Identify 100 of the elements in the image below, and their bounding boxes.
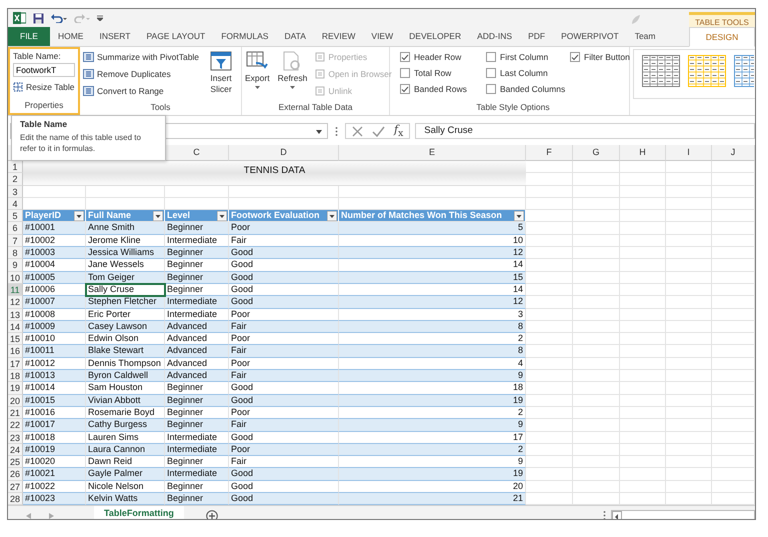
row-header[interactable]: 18 — [8, 370, 23, 382]
table-style-thumbnail[interactable] — [734, 55, 754, 87]
enter-icon[interactable] — [372, 126, 385, 136]
row-header[interactable]: 16 — [8, 345, 23, 358]
row-header[interactable]: 3 — [8, 186, 23, 198]
row-header[interactable]: 21 — [8, 406, 23, 420]
insert-slicer-button[interactable]: Insert Slicer — [207, 49, 236, 98]
row-header[interactable]: 28 — [8, 493, 23, 506]
ribbon-tab[interactable]: DESIGN — [689, 27, 755, 47]
row-header[interactable]: 2 — [8, 173, 23, 186]
row-header[interactable]: 8 — [8, 247, 23, 260]
empty-cell — [573, 259, 620, 272]
style-option-checkbox[interactable]: Banded Rows — [400, 81, 486, 97]
column-header[interactable]: C — [165, 145, 229, 161]
tool-button[interactable]: Convert to Range — [83, 83, 200, 98]
formula-field[interactable]: Sally Cruse — [415, 123, 755, 139]
ribbon-tab[interactable]: PAGE LAYOUT — [138, 27, 214, 46]
insert-function-button[interactable]: f$_{x}$ — [394, 122, 404, 140]
row-header[interactable]: 25 — [8, 456, 23, 468]
empty-cell — [573, 222, 620, 235]
table-style-thumbnail[interactable] — [642, 55, 680, 87]
row-header[interactable]: 4 — [8, 198, 23, 210]
resize-table-button[interactable]: Resize Table — [13, 79, 75, 94]
row-header[interactable]: 23 — [8, 432, 23, 444]
empty-cell — [526, 234, 573, 248]
row-header[interactable]: 10 — [8, 272, 23, 284]
ribbon-tab[interactable]: POWERPIVOT — [553, 27, 627, 46]
ribbon-tab[interactable]: DATA — [276, 27, 314, 46]
row-header[interactable]: 19 — [8, 382, 23, 395]
style-option-checkbox[interactable]: Last Column — [486, 65, 570, 81]
ribbon-tab[interactable]: FILE — [8, 27, 50, 46]
external-data-button[interactable]: Export — [245, 49, 270, 98]
row-header[interactable]: 24 — [8, 444, 23, 456]
row-header[interactable]: 12 — [8, 296, 23, 309]
column-header[interactable]: G — [573, 145, 620, 161]
ribbon-tab[interactable]: DEVELOPER — [401, 27, 470, 46]
column-header[interactable]: F — [526, 145, 573, 161]
row-header[interactable]: 11 — [8, 284, 23, 296]
tooltip-text: Edit the name of this table used to refer to it in formulas. — [20, 132, 142, 154]
filter-dropdown-icon[interactable] — [514, 210, 524, 221]
table-cell: Good — [229, 296, 339, 309]
empty-cell — [620, 444, 666, 456]
filter-dropdown-icon[interactable] — [153, 210, 163, 221]
column-header[interactable]: J — [712, 145, 755, 161]
tool-button[interactable]: Remove Duplicates — [83, 66, 200, 81]
ribbon-tab[interactable]: FORMULAS — [213, 27, 276, 46]
ribbon-tab[interactable]: PDF — [520, 27, 554, 46]
ribbon-tab[interactable]: VIEW — [363, 27, 402, 46]
column-header[interactable]: E — [339, 145, 526, 161]
ribbon-tab[interactable]: Team — [626, 27, 664, 46]
cancel-icon[interactable] — [352, 126, 363, 136]
row-header[interactable]: 1 — [8, 161, 23, 174]
excel-logo-icon — [13, 12, 26, 24]
row-header[interactable]: 17 — [8, 358, 23, 370]
ribbon-tab[interactable]: HOME — [50, 27, 92, 46]
table-name-field[interactable]: FootworkT — [13, 63, 75, 77]
external-data-button[interactable]: Refresh — [278, 49, 308, 98]
row-header[interactable]: 26 — [8, 468, 23, 481]
empty-cell — [620, 161, 666, 174]
ribbon-tab[interactable]: ADD-INS — [469, 27, 520, 46]
more-icon — [335, 126, 338, 136]
empty-cell — [712, 370, 755, 382]
sheet-tab[interactable]: TableFormatting — [94, 506, 184, 519]
row-header[interactable]: 27 — [8, 480, 23, 494]
empty-cell — [666, 284, 712, 296]
empty-cell — [712, 358, 755, 370]
empty-cell — [666, 333, 712, 346]
row-header[interactable]: 22 — [8, 419, 23, 432]
style-option-checkbox[interactable]: Total Row — [400, 65, 486, 81]
row-header[interactable]: 5 — [8, 210, 23, 222]
undo-icon[interactable] — [51, 13, 67, 23]
ribbon-tab[interactable]: INSERT — [91, 27, 138, 46]
column-header[interactable]: I — [666, 145, 712, 161]
filter-dropdown-icon[interactable] — [217, 210, 227, 221]
column-header[interactable]: D — [229, 145, 339, 161]
row-header[interactable]: 14 — [8, 320, 23, 334]
horizontal-scrollbar[interactable] — [611, 510, 755, 519]
scroll-left-icon[interactable] — [612, 510, 622, 519]
empty-cell — [666, 234, 712, 248]
row-header[interactable]: 9 — [8, 259, 23, 272]
tool-button[interactable]: Summarize with PivotTable — [83, 49, 200, 64]
style-option-checkbox[interactable]: Banded Columns — [486, 81, 570, 97]
style-option-checkbox[interactable]: First Column — [486, 49, 570, 65]
style-option-checkbox[interactable]: Filter Button — [570, 49, 640, 65]
row-header[interactable]: 6 — [8, 222, 23, 235]
filter-dropdown-icon[interactable] — [74, 210, 84, 221]
column-header[interactable]: H — [620, 145, 666, 161]
row-header[interactable]: 20 — [8, 394, 23, 407]
save-icon[interactable] — [33, 12, 44, 24]
filter-dropdown-icon[interactable] — [327, 210, 337, 221]
row-header[interactable]: 15 — [8, 333, 23, 346]
style-option-checkbox[interactable]: Header Row — [400, 49, 486, 65]
row-header[interactable]: 13 — [8, 308, 23, 321]
customize-caret-icon[interactable] — [97, 15, 103, 21]
table-style-thumbnail[interactable] — [688, 55, 726, 87]
add-sheet-icon[interactable] — [206, 510, 218, 519]
row-header[interactable]: 7 — [8, 234, 23, 248]
empty-cell — [666, 186, 712, 198]
empty-cell — [526, 406, 573, 420]
ribbon-tab[interactable]: REVIEW — [314, 27, 364, 46]
